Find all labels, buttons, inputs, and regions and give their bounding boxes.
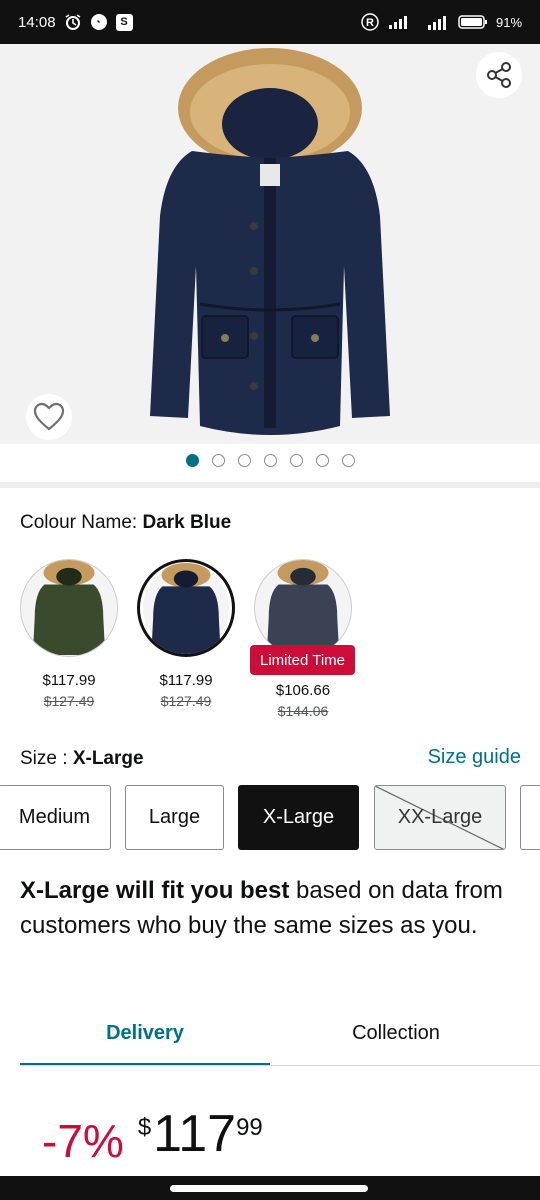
swatch-was-price: $144.06 [277,703,329,719]
tabs-divider [20,1065,540,1066]
size-option-medium[interactable]: Medium [0,785,111,850]
carousel-indicator [0,454,540,470]
carousel-dot[interactable] [263,454,277,467]
swatch-was-price: $127.49 [160,693,212,709]
colour-label-text: Colour Name: [20,512,138,533]
size-option-x-large[interactable]: X-Large [238,785,359,850]
size-label: Size : X-Large [20,748,144,770]
messenger-icon [90,13,108,31]
battery-value: 91 [495,14,511,30]
size-option-xx-large[interactable]: XX-Large [374,785,506,850]
signal-4g-icon [420,13,450,31]
discount-percent: -7% [42,1115,124,1167]
battery-percent: 91% [495,14,522,30]
colour-swatch-dark-blue[interactable] [137,559,235,657]
size-option-label: Large [148,806,201,828]
swatch-price: $117.99 [159,672,213,689]
product-image-jacket [150,48,390,435]
swatch-jacket-image [266,560,340,655]
swatch-price: $106.66 [275,682,331,699]
swatch-price: $117.99 [42,672,96,689]
limited-time-deal-badge: Limited Time [250,645,355,675]
fit-recommendation: X-Large will fit you best based on data … [20,873,525,943]
status-bar: 14:08 S R 91% [0,0,540,44]
size-option-label: X-Large [262,806,335,828]
registered-icon: R [360,12,380,32]
battery-icon [458,14,488,30]
swatch-jacket-image [32,560,106,655]
size-option-large[interactable]: Large [125,785,224,850]
price-whole: 117 [153,1105,237,1163]
svg-text:R: R [366,17,374,29]
size-option-label: Medium [18,806,91,828]
colour-name-label: Colour Name: Dark Blue [20,512,231,534]
carousel-dot[interactable] [315,454,329,467]
swatch-jacket-image [151,562,221,654]
alarm-icon [64,13,82,31]
size-option-next[interactable] [520,785,540,850]
fit-recommendation-bold: X-Large will fit you best [20,877,290,904]
carousel-dot[interactable] [237,454,251,467]
price-block: -7% $ 117 99 [42,1104,263,1174]
add-to-wishlist-button[interactable] [26,394,72,440]
colour-value: Dark Blue [142,512,232,533]
app-badge-icon: S [115,13,133,31]
swatch-was-price: $127.49 [43,693,95,709]
status-time: 14:08 [18,13,56,31]
product-image-gallery[interactable] [0,44,540,444]
fulfilment-tabs: Delivery Collection [20,1000,540,1066]
share-icon [487,62,511,88]
carousel-dot[interactable] [289,454,303,467]
colour-swatch-green[interactable] [20,559,118,657]
signal-icon [388,14,412,30]
heart-icon [33,402,65,431]
home-gesture-handle[interactable] [170,1185,368,1192]
section-divider [0,482,540,488]
size-guide-link[interactable]: Size guide [428,746,521,769]
carousel-dot-active[interactable] [185,454,199,467]
colour-swatch-grey-blue[interactable] [254,559,352,657]
price-currency: $ [137,1114,152,1141]
size-value: X-Large [72,748,144,769]
size-label-text: Size : [20,748,68,769]
tab-collection[interactable]: Collection [270,1000,522,1066]
share-button[interactable] [476,52,522,98]
carousel-dot[interactable] [341,454,355,467]
tab-delivery[interactable]: Delivery [20,1000,270,1066]
size-option-label: XX-Large [397,806,483,828]
price-fraction: 99 [236,1114,263,1141]
carousel-dot[interactable] [211,454,225,467]
